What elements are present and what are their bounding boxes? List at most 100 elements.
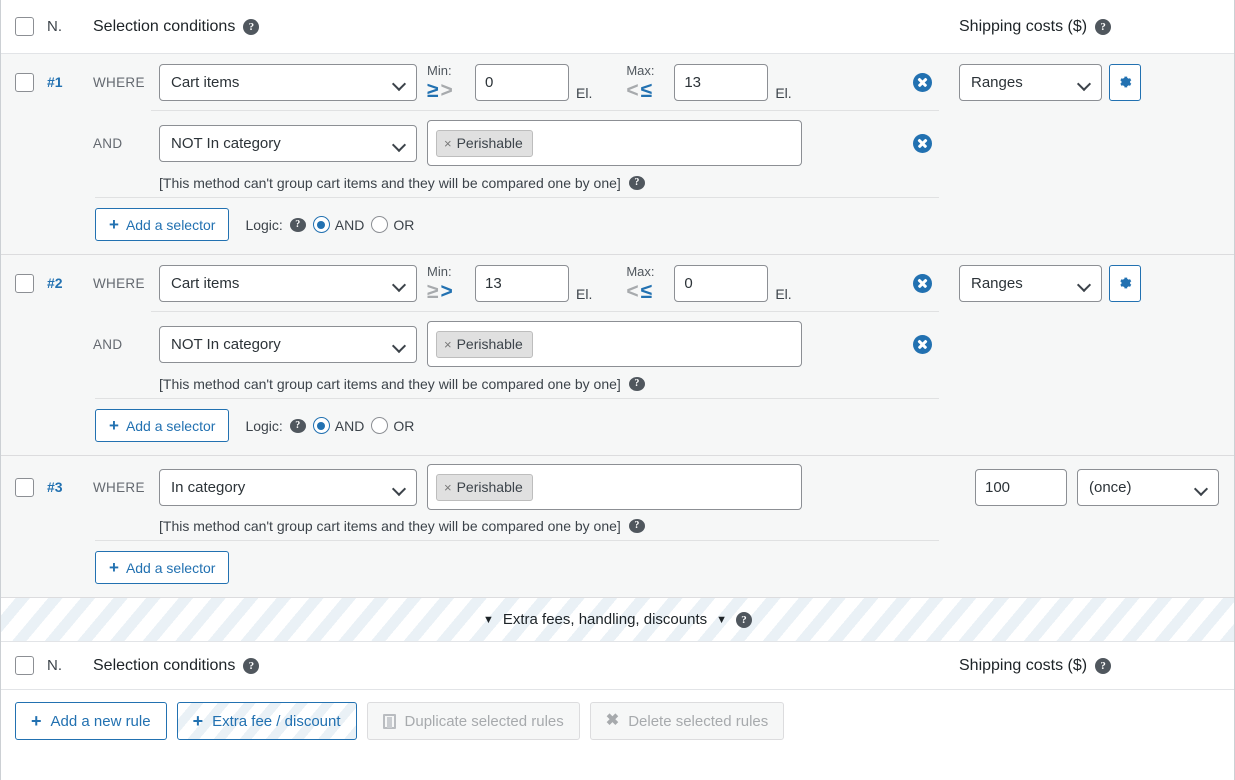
category-tag[interactable]: × Perishable: [436, 473, 533, 501]
condition-select[interactable]: NOT In category: [159, 124, 417, 162]
help-icon[interactable]: ?: [628, 377, 645, 391]
rule-primary-line: #2 WHERE Cart items Min: ≥ > El. Max:: [1, 255, 1234, 311]
remove-tag-icon[interactable]: ×: [444, 480, 452, 495]
select-all-checkbox[interactable]: [14, 17, 34, 36]
help-icon[interactable]: ?: [1095, 18, 1112, 35]
min-value-input[interactable]: [475, 264, 569, 302]
help-icon[interactable]: ?: [628, 176, 645, 190]
operator-lt-icon[interactable]: <: [626, 281, 638, 302]
operator-gt-icon[interactable]: >: [441, 80, 453, 101]
extra-fees-bar[interactable]: ▼ Extra fees, handling, discounts ▼ ?: [1, 598, 1234, 642]
max-unit-label: El.: [775, 84, 792, 101]
category-tag[interactable]: × Perishable: [436, 330, 533, 358]
cost-unit-select[interactable]: (once): [1077, 468, 1219, 506]
condition-select-value: Cart items: [171, 73, 240, 91]
cost-mode-select[interactable]: Ranges: [959, 63, 1102, 101]
operator-gt-icon[interactable]: >: [441, 281, 453, 302]
logic-and-label: AND: [334, 417, 365, 434]
extra-fee-discount-button[interactable]: + Extra fee / discount: [176, 702, 357, 740]
operator-lt-icon[interactable]: <: [626, 80, 638, 101]
max-group-wrap: Max: < ≤ El.: [626, 264, 792, 302]
rule-secondary-line: AND NOT In category × Perishable: [1, 111, 1234, 175]
cost-settings-button[interactable]: [1109, 63, 1141, 101]
rule-primary-line: #1 WHERE Cart items Min: ≥ > El. Max:: [1, 54, 1234, 110]
condition-select-value: NOT In category: [171, 134, 281, 152]
rule-number: #3: [47, 479, 63, 495]
help-icon[interactable]: ?: [736, 611, 753, 628]
joiner-label: AND: [93, 135, 123, 151]
logic-and-option[interactable]: AND: [312, 216, 365, 233]
footer-selection-conditions: Selection conditions ?: [93, 657, 959, 675]
operator-lte-icon[interactable]: ≤: [641, 281, 653, 302]
category-tag-input[interactable]: × Perishable: [427, 120, 802, 166]
cost-value-input[interactable]: [975, 468, 1067, 506]
select-all-checkbox-cell: [1, 17, 47, 36]
select-all-checkbox-cell: [1, 656, 47, 675]
logic-and-option[interactable]: AND: [312, 417, 365, 434]
max-unit-label: El.: [775, 285, 792, 302]
logic-group: Logic: ? AND OR: [245, 417, 414, 434]
max-value-input[interactable]: [674, 264, 769, 302]
logic-and-radio[interactable]: [312, 216, 330, 233]
min-label: Min:: [427, 62, 452, 78]
logic-or-option[interactable]: OR: [371, 417, 414, 434]
delete-selector-icon[interactable]: [913, 334, 932, 354]
logic-and-label: AND: [334, 216, 365, 233]
rule-row: #3 WHERE In category × Perishable (once): [1, 456, 1234, 598]
add-selector-button[interactable]: + Add a selector: [95, 208, 230, 241]
add-selector-button[interactable]: + Add a selector: [95, 409, 230, 442]
delete-selector-icon[interactable]: [913, 273, 932, 293]
rule-primary-line: #3 WHERE In category × Perishable (once): [1, 456, 1234, 518]
rule-select-checkbox[interactable]: [14, 72, 34, 92]
condition-select[interactable]: Cart items: [159, 264, 417, 302]
category-tag-input[interactable]: × Perishable: [427, 321, 802, 367]
delete-selector-icon[interactable]: [913, 72, 932, 92]
condition-select[interactable]: NOT In category: [159, 325, 417, 363]
header-selection-conditions-label: Selection conditions: [93, 17, 236, 35]
cost-settings-button[interactable]: [1109, 264, 1141, 302]
help-icon[interactable]: ?: [628, 519, 645, 533]
add-new-rule-button[interactable]: + Add a new rule: [15, 702, 167, 740]
category-tag-input[interactable]: × Perishable: [427, 464, 802, 510]
cost-controls: Ranges: [959, 264, 1234, 302]
select-all-checkbox[interactable]: [14, 656, 34, 675]
logic-or-option[interactable]: OR: [371, 216, 414, 233]
extra-fees-caption: ▼ Extra fees, handling, discounts ▼ ?: [483, 611, 753, 628]
shipping-rules-panel: N. Selection conditions ? Shipping costs…: [0, 0, 1235, 780]
min-label: Min:: [427, 263, 452, 279]
operator-gte-icon[interactable]: ≥: [427, 281, 439, 302]
condition-select-value: In category: [171, 478, 246, 496]
operator-lte-icon[interactable]: ≤: [641, 80, 653, 101]
rule-select-checkbox[interactable]: [14, 477, 34, 497]
logic-and-radio[interactable]: [312, 417, 330, 434]
logic-or-radio[interactable]: [371, 417, 389, 434]
max-value-input[interactable]: [674, 63, 769, 101]
min-value-input[interactable]: [475, 63, 569, 101]
rule-footer: + Add a selector Logic: ? AND OR: [1, 198, 1234, 254]
logic-or-radio[interactable]: [371, 216, 389, 233]
operator-gte-icon[interactable]: ≥: [427, 80, 439, 101]
min-max-group: Min: ≥ > El.: [427, 62, 593, 101]
delete-selector-icon[interactable]: [913, 133, 932, 153]
condition-select[interactable]: Cart items: [159, 63, 417, 101]
help-icon[interactable]: ?: [289, 217, 306, 232]
remove-tag-icon[interactable]: ×: [444, 136, 452, 151]
remove-tag-icon[interactable]: ×: [444, 337, 452, 352]
condition-select[interactable]: In category: [159, 468, 417, 506]
help-icon[interactable]: ?: [243, 657, 260, 674]
header-shipping-costs-label: Shipping costs ($): [959, 17, 1088, 35]
max-operator-toggle: < ≤: [626, 77, 666, 101]
category-tag[interactable]: × Perishable: [436, 129, 533, 157]
add-selector-button[interactable]: + Add a selector: [95, 551, 230, 584]
rule-select-checkbox[interactable]: [14, 273, 34, 293]
rule-note-line: [This method can't group cart items and …: [1, 175, 1234, 197]
add-new-rule-label: Add a new rule: [50, 712, 151, 730]
cost-mode-select[interactable]: Ranges: [959, 264, 1102, 302]
help-icon[interactable]: ?: [243, 18, 260, 35]
logic-group: Logic: ? AND OR: [245, 216, 414, 233]
cost-controls: Ranges: [959, 63, 1234, 101]
extra-fee-discount-label: Extra fee / discount: [212, 712, 341, 730]
help-icon[interactable]: ?: [289, 418, 306, 433]
help-icon[interactable]: ?: [1095, 657, 1112, 674]
min-unit-label: El.: [576, 84, 593, 101]
